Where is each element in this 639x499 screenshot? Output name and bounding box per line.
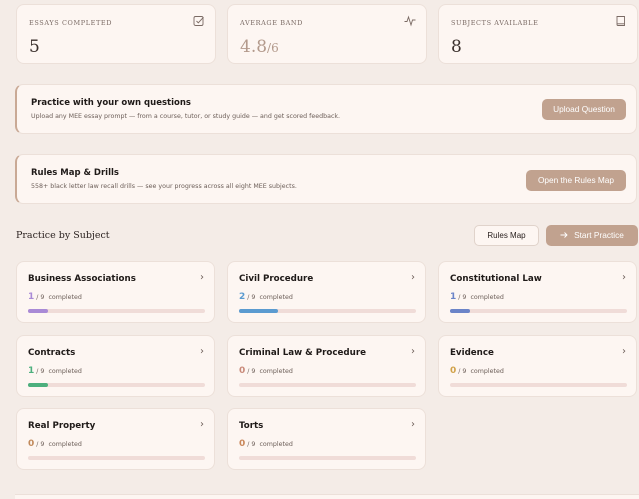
progress-bar [28, 309, 205, 313]
stat-card-average-band: Average Band 4.8/6 [227, 4, 427, 64]
subject-progress-text: 0 / 9 completed [450, 366, 504, 376]
progress-fill [239, 309, 279, 313]
banner-subtitle: 558+ black letter law recall drills — se… [31, 183, 297, 190]
upload-question-banner: Practice with your own questions Upload … [15, 84, 637, 134]
stat-label: Average Band [240, 19, 303, 27]
subject-name: Constitutional Law [450, 274, 542, 284]
subject-name: Evidence [450, 348, 494, 358]
subject-name: Torts [239, 421, 264, 431]
progress-fill [450, 309, 470, 313]
stat-label: Subjects Available [451, 19, 539, 27]
subject-name: Real Property [28, 421, 96, 431]
subject-progress-text: 0 / 9 completed [28, 439, 82, 449]
progress-bar [239, 383, 416, 387]
stat-value: 4.8/6 [240, 37, 279, 57]
rules-map-banner: Rules Map & Drills 558+ black letter law… [15, 154, 637, 204]
rules-map-button[interactable]: Rules Map [474, 225, 539, 246]
subject-card-evidence[interactable]: Evidence › 0 / 9 completed [438, 335, 637, 397]
chevron-right-icon: › [411, 272, 415, 283]
chevron-right-icon: › [411, 346, 415, 357]
subject-card-contracts[interactable]: Contracts › 1 / 9 completed [16, 335, 215, 397]
subject-card-criminal-law-procedure[interactable]: Criminal Law & Procedure › 0 / 9 complet… [227, 335, 426, 397]
stat-label: Essays Completed [29, 19, 113, 27]
subject-name: Business Associations [28, 274, 136, 284]
subject-name: Criminal Law & Procedure [239, 348, 367, 358]
subject-progress-text: 2 / 9 completed [239, 292, 293, 302]
upload-question-button[interactable]: Upload Question [542, 99, 626, 120]
start-practice-button[interactable]: Start Practice [546, 225, 638, 246]
chevron-right-icon: › [200, 346, 204, 357]
chevron-right-icon: › [622, 272, 626, 283]
subject-card-civil-procedure[interactable]: Civil Procedure › 2 / 9 completed [227, 261, 426, 323]
activity-icon [404, 15, 416, 27]
progress-bar [450, 383, 627, 387]
progress-bar [28, 456, 205, 460]
section-title: Practice by Subject [16, 230, 110, 241]
subject-progress-text: 1 / 9 completed [28, 292, 82, 302]
stat-value: 8 [451, 37, 462, 57]
progress-bar [239, 456, 416, 460]
open-rules-map-button[interactable]: Open the Rules Map [526, 170, 626, 191]
subject-card-business-associations[interactable]: Business Associations › 1 / 9 completed [16, 261, 215, 323]
progress-bar [28, 383, 205, 387]
progress-fill [28, 383, 48, 387]
chevron-right-icon: › [622, 346, 626, 357]
banner-title: Rules Map & Drills [31, 168, 119, 178]
subject-progress-text: 0 / 9 completed [239, 366, 293, 376]
progress-bar [450, 309, 627, 313]
chevron-right-icon: › [200, 272, 204, 283]
progress-fill [28, 309, 48, 313]
subject-card-constitutional-law[interactable]: Constitutional Law › 1 / 9 completed [438, 261, 637, 323]
subject-name: Contracts [28, 348, 76, 358]
checkbox-icon [193, 16, 204, 26]
stat-card-essays-completed: Essays Completed 5 [16, 4, 216, 64]
arrow-right-icon [560, 232, 568, 238]
subject-progress-text: 1 / 9 completed [28, 366, 82, 376]
stat-card-subjects-available: Subjects Available 8 [438, 4, 638, 64]
subject-progress-text: 0 / 9 completed [239, 439, 293, 449]
banner-subtitle: Upload any MEE essay prompt — from a cou… [31, 113, 341, 120]
subject-card-torts[interactable]: Torts › 0 / 9 completed [227, 408, 426, 470]
stat-value: 5 [29, 37, 40, 57]
chevron-right-icon: › [200, 419, 204, 430]
progress-bar [239, 309, 416, 313]
subject-name: Civil Procedure [239, 274, 314, 284]
chevron-right-icon: › [411, 419, 415, 430]
banner-title: Practice with your own questions [31, 98, 191, 108]
subject-progress-text: 1 / 9 completed [450, 292, 504, 302]
book-icon [616, 16, 625, 26]
subject-card-real-property[interactable]: Real Property › 0 / 9 completed [16, 408, 215, 470]
bottom-panel-edge [15, 494, 639, 499]
